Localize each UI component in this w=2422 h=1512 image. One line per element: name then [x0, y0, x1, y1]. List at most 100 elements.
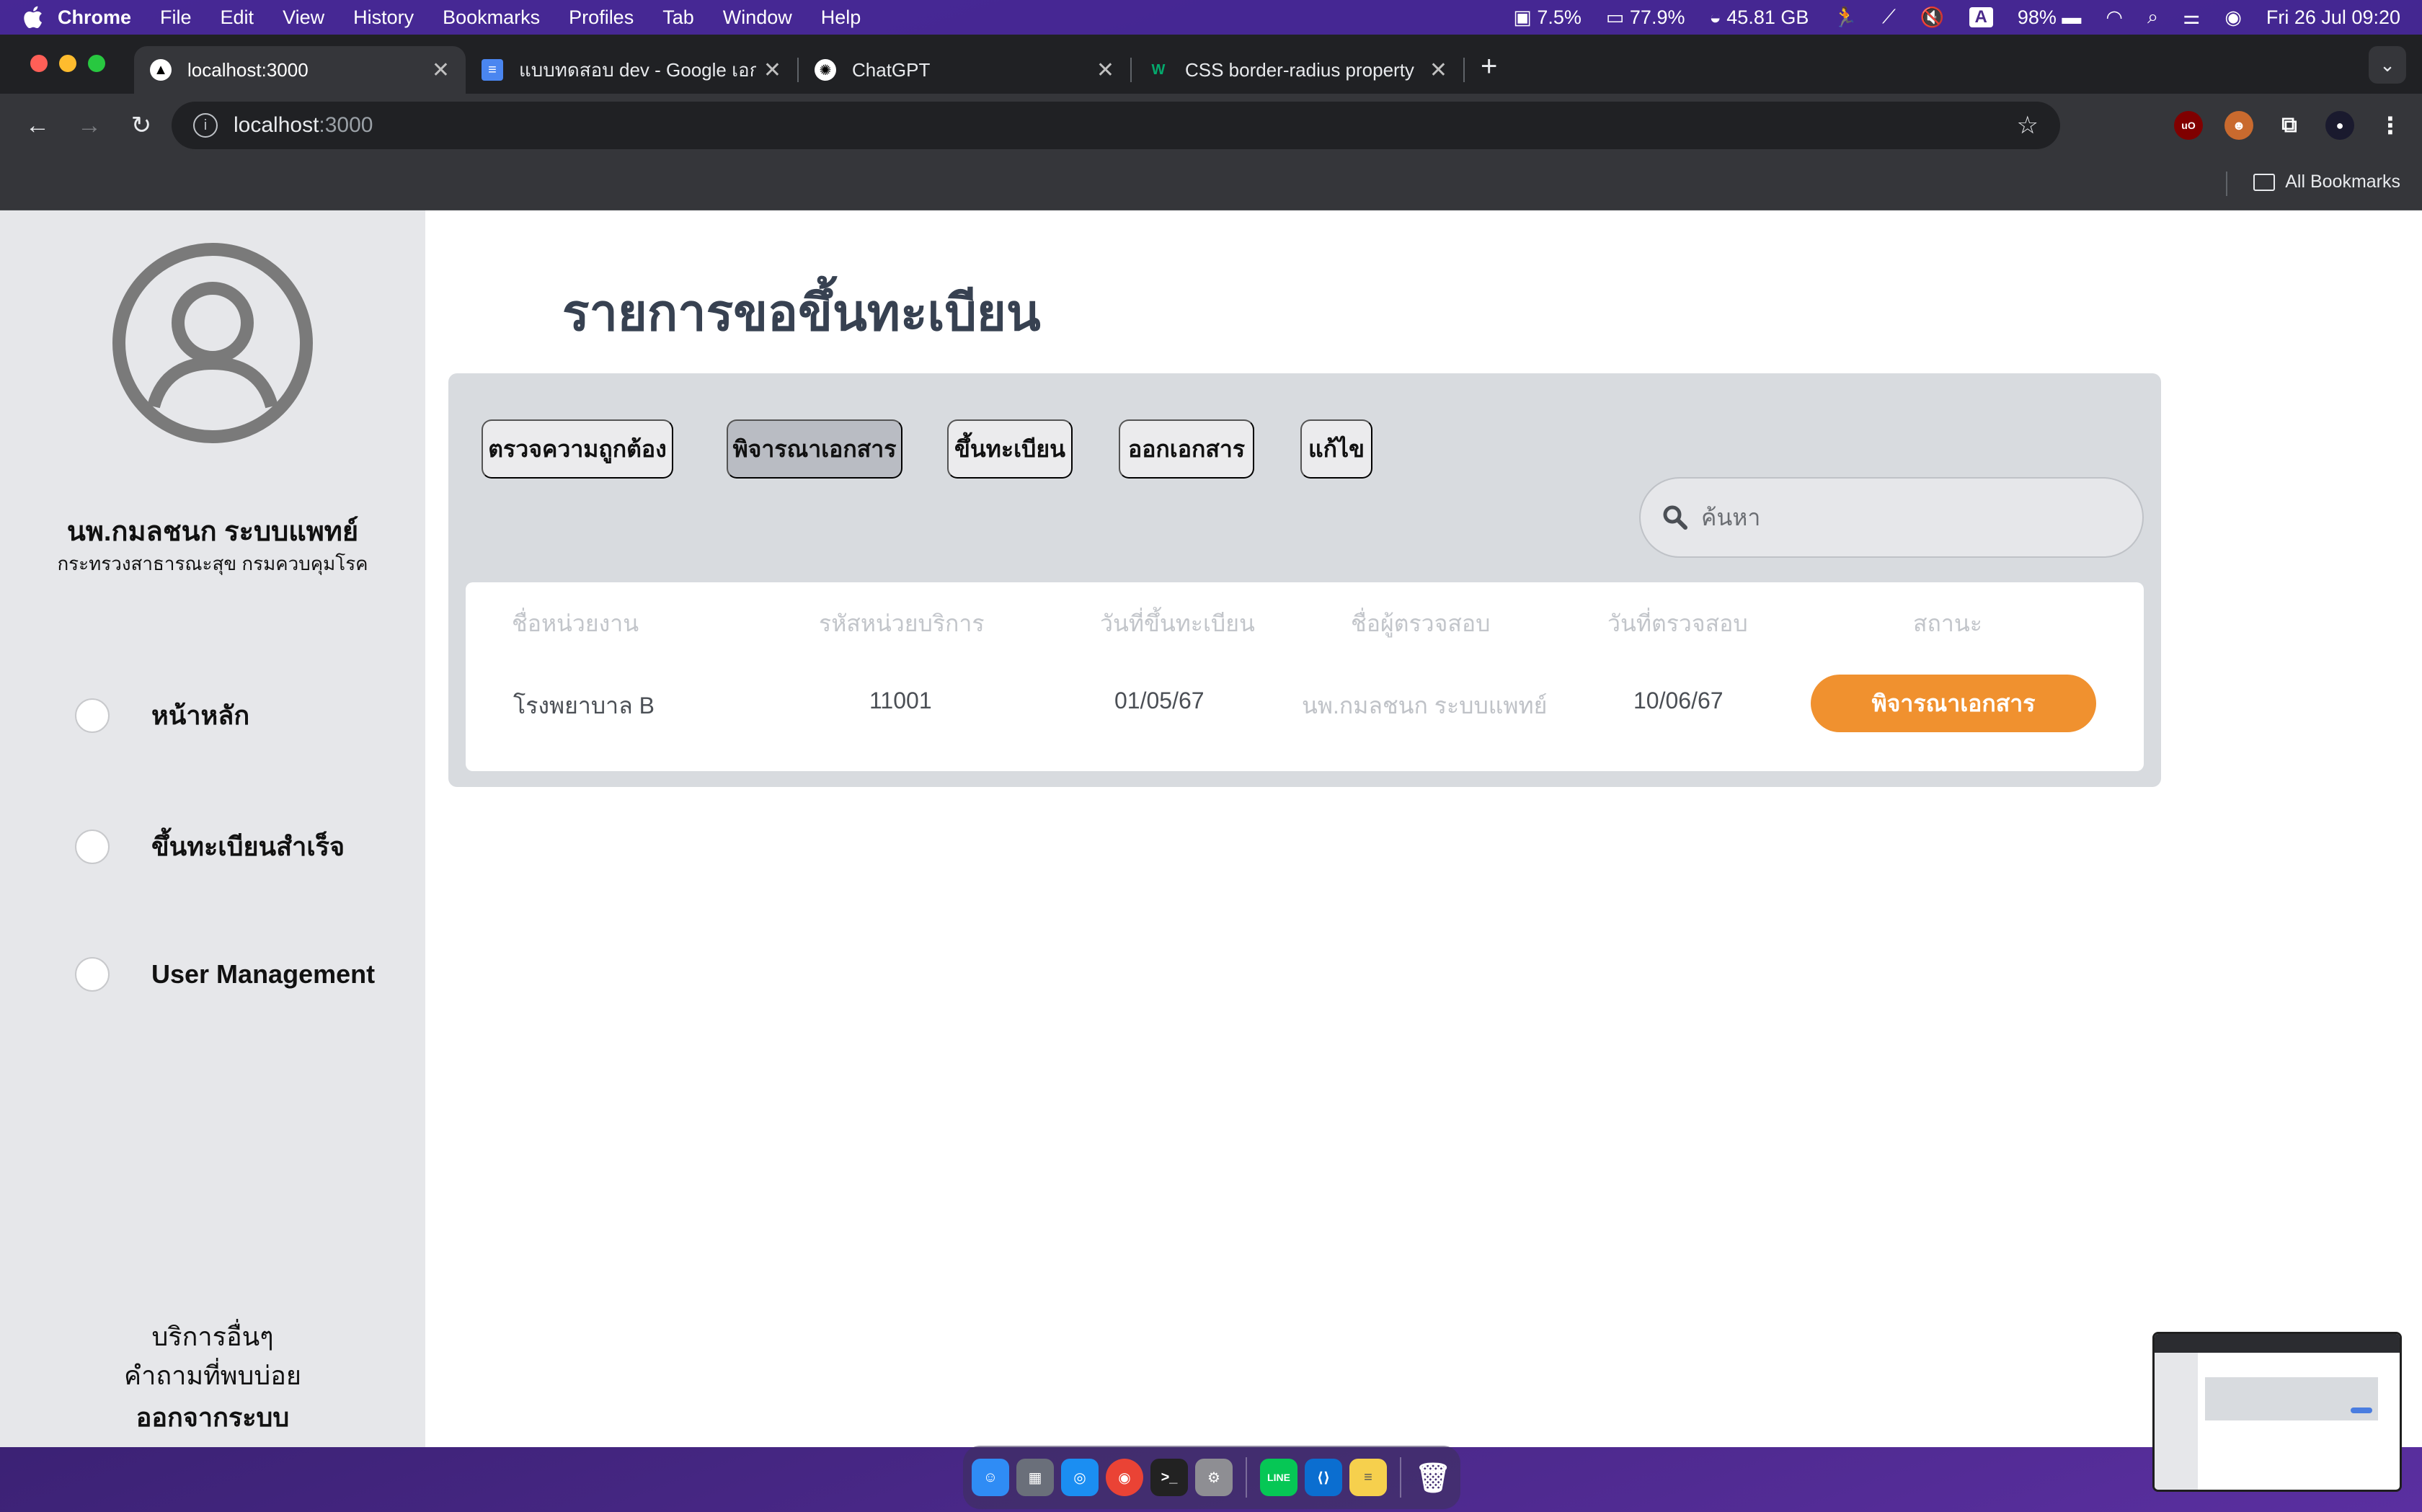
thumbnail-titlebar [2155, 1334, 2400, 1353]
extensions-puzzle-icon[interactable]: ⧉ [2275, 111, 2304, 140]
terminal-icon[interactable]: >_ [1150, 1459, 1188, 1496]
macos-dock: ☺ ▦ ◎ ◉ >_ ⚙ LINE ⟨⟩ ≡ 🗑 [963, 1446, 1460, 1509]
fullscreen-window-button[interactable] [88, 55, 105, 72]
address-bar[interactable]: i localhost:3000 ☆ [172, 102, 2060, 149]
ublock-origin-icon[interactable]: uO [2174, 111, 2203, 140]
reload-icon[interactable]: ↻ [121, 105, 161, 146]
main-content: รายการขอขึ้นทะเบียน ตรวจความถูกต้อง พิจา… [425, 210, 2422, 1447]
registration-table: ชื่อหน่วยงาน รหัสหน่วยบริการ วันที่ขึ้นท… [466, 582, 2144, 771]
chatgpt-icon: ✺ [815, 59, 836, 81]
tab-review-documents[interactable]: พิจารณาเอกสาร [727, 419, 902, 479]
menu-profiles[interactable]: Profiles [569, 6, 634, 29]
web-page: นพ.กมลชนก ระบบแพทย์ กระทรวงสาธารณะสุข กร… [0, 210, 2422, 1447]
bookmark-star-icon[interactable]: ☆ [2017, 111, 2039, 140]
back-arrow-icon[interactable]: ← [17, 105, 58, 146]
url-port: :3000 [319, 113, 373, 137]
line-icon[interactable]: LINE [1260, 1459, 1298, 1496]
page-title: รายการขอขึ้นทะเบียน [562, 285, 1041, 341]
menu-window[interactable]: Window [723, 6, 792, 29]
profile-avatar-icon[interactable]: ● [2325, 111, 2354, 140]
mute-icon[interactable]: 🔇 [1920, 6, 1945, 29]
finder-icon[interactable]: ☺ [972, 1459, 1009, 1496]
screenshot-thumbnail-preview[interactable] [2152, 1332, 2402, 1492]
cpu-status[interactable]: ▣ 7.5% [1513, 6, 1582, 29]
tab-edit[interactable]: แก้ไข [1300, 419, 1372, 479]
menu-file[interactable]: File [160, 6, 192, 29]
launchpad-icon[interactable]: ▦ [1016, 1459, 1054, 1496]
all-bookmarks-button[interactable]: All Bookmarks [2253, 172, 2400, 192]
pen-off-icon[interactable]: ⟋ [1882, 6, 1896, 29]
battery-status[interactable]: 98% ▬ [2018, 6, 2082, 29]
other-services-link[interactable]: บริการอื่นๆ [0, 1316, 425, 1357]
apple-menu-icon[interactable] [22, 5, 58, 30]
close-tab-icon[interactable]: ✕ [763, 58, 781, 83]
user-organization: กระทรวงสาธารณะสุข กรมควบคุมโรค [57, 553, 368, 574]
menu-history[interactable]: History [353, 6, 414, 29]
menu-view[interactable]: View [283, 6, 324, 29]
menu-help[interactable]: Help [821, 6, 861, 29]
disk-status[interactable]: ◒ 45.81 GB [1709, 6, 1809, 29]
chrome-icon[interactable]: ◉ [1106, 1459, 1143, 1496]
site-info-icon[interactable]: i [193, 113, 218, 138]
minimize-window-button[interactable] [59, 55, 76, 72]
status-button[interactable]: พิจารณาเอกสาร [1811, 675, 2096, 732]
cell-service-code: 11001 [869, 688, 932, 713]
tab-title: ChatGPT [852, 58, 931, 81]
browser-tab-chatgpt[interactable]: ✺ ChatGPT ✕ [799, 46, 1130, 94]
browser-tab-localhost[interactable]: ▲ localhost:3000 ✕ [134, 46, 466, 94]
siri-icon[interactable]: ◉ [2224, 6, 2242, 29]
url-host: localhost [234, 113, 319, 137]
tab-register[interactable]: ขึ้นทะเบียน [947, 419, 1073, 479]
nav-radio-icon [75, 957, 110, 992]
cpu-icon: ▣ [1513, 6, 1538, 28]
close-tab-icon[interactable]: ✕ [1429, 58, 1447, 83]
system-settings-icon[interactable]: ⚙ [1195, 1459, 1233, 1496]
window-controls [30, 55, 105, 72]
running-figure-icon[interactable]: 🏃 [1833, 6, 1858, 29]
faq-link[interactable]: คำถามที่พบบ่อย [0, 1355, 425, 1396]
spotlight-search-icon[interactable]: ⌕ [2147, 6, 2158, 29]
search-input[interactable] [1701, 504, 2105, 531]
user-name: นพ.กมลชนก ระบบแพทย์ [66, 517, 359, 547]
extension-face-icon[interactable]: ☻ [2224, 111, 2253, 140]
menu-edit[interactable]: Edit [221, 6, 254, 29]
battery-icon: ▬ [2062, 6, 2082, 28]
tab-issue-documents[interactable]: ออกเอกสาร [1119, 419, 1254, 479]
column-header-status: สถานะ [1913, 610, 1982, 636]
macos-menubar: Chrome File Edit View History Bookmarks … [0, 0, 2422, 35]
notes-icon[interactable]: ≡ [1349, 1459, 1387, 1496]
close-tab-icon[interactable]: ✕ [432, 58, 450, 83]
tab-verify[interactable]: ตรวจความถูกต้อง [482, 419, 673, 479]
new-tab-button[interactable]: + [1465, 43, 1513, 94]
forward-arrow-icon[interactable]: → [69, 105, 110, 146]
menu-tab[interactable]: Tab [662, 6, 694, 29]
safari-icon[interactable]: ◎ [1061, 1459, 1099, 1496]
menubar-clock[interactable]: Fri 26 Jul 09:20 [2266, 6, 2400, 29]
column-header-registered-date: วันที่ขึ้นทะเบียน [1100, 610, 1255, 636]
close-tab-icon[interactable]: ✕ [1096, 58, 1114, 83]
cell-registered-date: 01/05/67 [1114, 688, 1205, 713]
tab-title: แบบทดสอบ dev - Google เอกสาร [519, 58, 756, 81]
sidebar-item-registered[interactable]: ขึ้นทะเบียนสำเร็จ [75, 826, 345, 867]
search-box [1639, 477, 2144, 558]
input-source-indicator[interactable]: A [1969, 7, 1993, 27]
battery-widget-status[interactable]: ▭ 77.9% [1606, 6, 1685, 29]
chrome-menu-icon[interactable]: ⋮ [2376, 111, 2405, 140]
tab-search-chevron-icon[interactable]: ⌄ [2369, 46, 2406, 84]
trash-icon[interactable]: 🗑 [1414, 1459, 1452, 1496]
browser-tab-css-border-radius[interactable]: W CSS border-radius property ✕ [1132, 46, 1463, 94]
wifi-icon[interactable]: ◠ [2106, 6, 2123, 29]
sidebar-item-user-management[interactable]: User Management [75, 957, 375, 992]
logout-link[interactable]: ออกจากระบบ [0, 1397, 425, 1438]
menu-app-name[interactable]: Chrome [58, 6, 131, 29]
control-center-icon[interactable]: ⚌ [2183, 6, 2200, 29]
sidebar-item-home[interactable]: หน้าหลัก [75, 695, 249, 736]
column-header-inspector: ชื่อผู้ตรวจสอบ [1351, 610, 1491, 636]
all-bookmarks-label: All Bookmarks [2285, 172, 2400, 192]
extensions-area: uO ☻ ⧉ ● ⋮ [2174, 111, 2405, 140]
menu-bookmarks[interactable]: Bookmarks [443, 6, 540, 29]
column-header-agency: ชื่อหน่วยงาน [512, 610, 639, 636]
vscode-icon[interactable]: ⟨⟩ [1305, 1459, 1342, 1496]
browser-tab-google-docs[interactable]: ≡ แบบทดสอบ dev - Google เอกสาร ✕ [466, 46, 797, 94]
close-window-button[interactable] [30, 55, 48, 72]
